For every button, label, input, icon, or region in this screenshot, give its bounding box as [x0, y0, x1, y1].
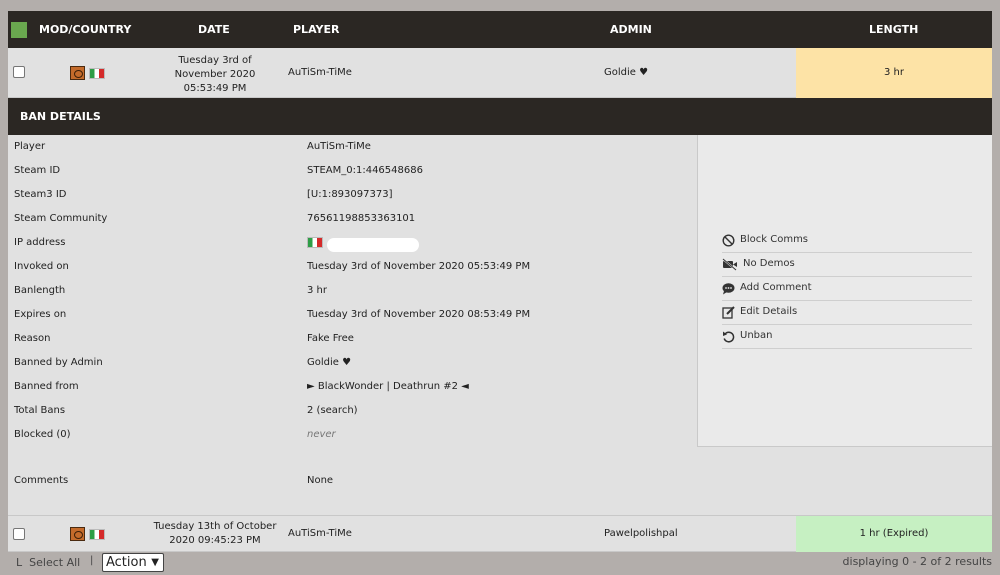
ban-length: 3 hr	[796, 48, 992, 98]
row-checkbox[interactable]	[13, 66, 25, 78]
detail-row-player: Player AuTiSm-TiMe	[14, 141, 371, 152]
detail-row-steam3-id: Steam3 ID [U:1:893097373]	[14, 189, 393, 200]
video-off-icon	[722, 258, 737, 271]
col-player[interactable]: PLAYER	[293, 23, 339, 36]
detail-row-ip-address: IP address	[8, 231, 698, 255]
ban-details-header: BAN DETAILS	[8, 98, 992, 135]
table-row[interactable]: Tuesday 3rd of November 2020 05:53:49 PM…	[8, 48, 992, 98]
detail-row-reason: Reason Fake Free	[14, 333, 354, 344]
row-checkbox[interactable]	[13, 528, 25, 540]
detail-row-expires-on: Expires on Tuesday 3rd of November 2020 …	[14, 309, 531, 320]
ban-details-panel: Player AuTiSm-TiMe Steam ID STEAM_0:1:44…	[8, 135, 992, 515]
add-comment-button[interactable]: Add Comment	[722, 277, 972, 301]
header-select-all-checkbox[interactable]	[11, 22, 27, 38]
italy-flag-icon	[89, 529, 105, 540]
col-mod-country[interactable]: MOD/COUNTRY	[39, 23, 131, 36]
detail-row-banned-from: Banned from ► BlackWonder | Deathrun #2 …	[14, 381, 469, 392]
steam-community-link[interactable]: 76561198853363101	[307, 213, 415, 224]
tf2-mod-icon	[70, 66, 85, 80]
redacted-ip	[327, 238, 419, 252]
admin-name: Pawelpolishpal	[604, 528, 678, 539]
ban-details-title: BAN DETAILS	[20, 110, 101, 123]
italy-flag-icon	[307, 237, 323, 248]
ban-icon	[722, 234, 735, 247]
total-bans-search-link[interactable]: 2 (search)	[307, 405, 358, 416]
col-length[interactable]: LENGTH	[869, 23, 918, 36]
italy-flag-icon	[89, 68, 105, 79]
no-demos-button[interactable]: No Demos	[722, 253, 972, 277]
action-select[interactable]: Action ▼	[102, 553, 164, 572]
detail-row-blocked: Blocked (0) never	[14, 429, 336, 440]
block-comms-button[interactable]: Block Comms	[722, 229, 972, 253]
action-select-value: Action	[106, 555, 147, 570]
unban-button[interactable]: Unban	[722, 325, 972, 349]
detail-row-steam-id: Steam ID STEAM_0:1:446548686	[14, 165, 423, 176]
detail-row-banned-by: Banned by Admin Goldie ♥	[14, 357, 352, 368]
table-footer: L Select All | Action ▼ displaying 0 - 2…	[8, 552, 992, 572]
tf2-mod-icon	[70, 527, 85, 541]
detail-row-comments: Comments None	[14, 475, 334, 486]
detail-row-invoked-on: Invoked on Tuesday 3rd of November 2020 …	[14, 261, 531, 272]
footer-separator: |	[90, 555, 94, 566]
undo-icon	[722, 330, 735, 343]
detail-row-steam-community: Steam Community 76561198853363101	[14, 213, 416, 224]
detail-row-total-bans: Total Bans 2 (search)	[14, 405, 358, 416]
player-name: AuTiSm-TiMe	[288, 528, 352, 539]
admin-name: Goldie ♥	[604, 67, 649, 78]
table-header: MOD/COUNTRY DATE PLAYER ADMIN LENGTH	[8, 11, 992, 48]
comment-icon	[722, 282, 735, 295]
player-name: AuTiSm-TiMe	[288, 67, 352, 78]
detail-row-banlength: Banlength 3 hr	[14, 285, 327, 296]
ban-date: Tuesday 13th of October 2020 09:45:23 PM	[153, 521, 277, 546]
edit-details-button[interactable]: Edit Details	[722, 301, 972, 325]
ban-actions-panel: Block Comms No Demos Add Comment Edit De…	[697, 135, 992, 447]
col-admin[interactable]: ADMIN	[610, 23, 652, 36]
chevron-down-icon: ▼	[151, 557, 159, 568]
results-count: displaying 0 - 2 of 2 results	[842, 555, 992, 568]
corner-arrow-icon: L	[16, 556, 23, 569]
table-row[interactable]: Tuesday 13th of October 2020 09:45:23 PM…	[8, 515, 992, 552]
select-all-link[interactable]: Select All	[29, 556, 80, 569]
col-date[interactable]: DATE	[198, 23, 230, 36]
ban-date: Tuesday 3rd of November 2020 05:53:49 PM	[174, 55, 256, 94]
ban-length: 1 hr (Expired)	[796, 516, 992, 552]
edit-icon	[722, 306, 735, 319]
